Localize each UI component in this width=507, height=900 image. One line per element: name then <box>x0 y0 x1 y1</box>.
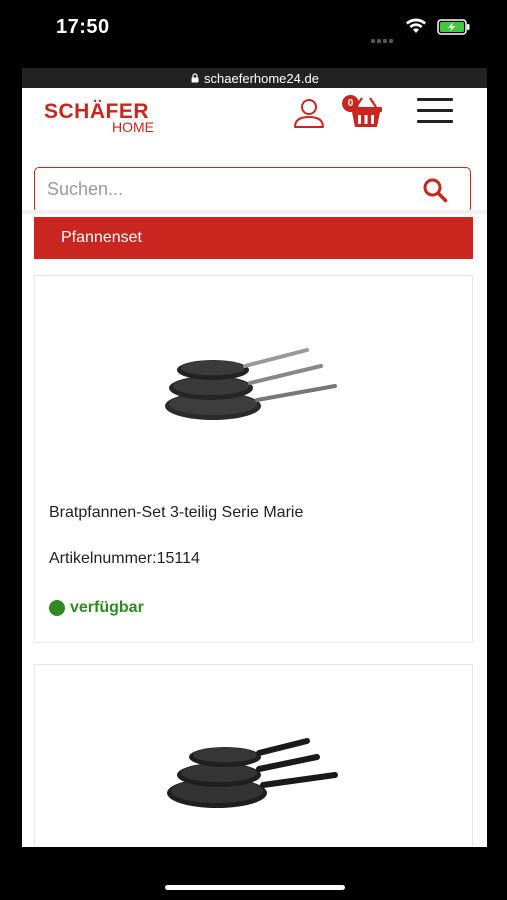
battery-charging-icon <box>437 19 470 35</box>
search-input[interactable] <box>47 168 407 210</box>
cart-button[interactable]: 0 <box>340 95 388 129</box>
address-bar[interactable]: schaeferhome24.de <box>22 68 487 88</box>
category-label: Pfannenset <box>61 229 142 246</box>
header-divider <box>22 210 487 214</box>
lock-icon <box>191 73 199 83</box>
search-box <box>34 167 471 213</box>
search-icon[interactable] <box>422 177 448 203</box>
frying-pan-set-image[interactable] <box>155 713 355 833</box>
cart-count-badge: 0 <box>342 95 359 112</box>
product-name[interactable]: Bratpfannen-Set 3-teilig Serie Marie <box>49 504 303 522</box>
stock-label: verfügbar <box>70 599 144 616</box>
site-header: SCHÄFER HOME 0 <box>22 88 487 213</box>
url-text: schaeferhome24.de <box>204 70 319 86</box>
wifi-icon <box>406 18 426 33</box>
product-sku: Artikelnummer:15114 <box>49 550 200 567</box>
schaefer-home-logo[interactable]: SCHÄFER HOME <box>44 101 164 134</box>
cellular-signal-icon <box>371 30 395 48</box>
in-stock-dot-icon <box>49 600 65 616</box>
status-time: 17:50 <box>56 16 110 38</box>
browser-viewport: schaeferhome24.de SCHÄFER HOME 0 Suchen.… <box>22 68 487 847</box>
category-header[interactable]: Pfannenset <box>34 217 473 259</box>
frying-pan-set-image[interactable] <box>155 328 355 448</box>
product-card[interactable]: Bratpfannen-Set 3-teilig Serie Marie Art… <box>34 275 473 643</box>
home-indicator[interactable] <box>165 885 345 890</box>
status-bar: 17:50 <box>0 0 507 62</box>
product-card[interactable] <box>34 664 473 847</box>
stock-status: verfügbar <box>49 599 144 617</box>
hamburger-menu-icon[interactable] <box>417 98 453 126</box>
user-account-icon[interactable] <box>292 96 326 130</box>
